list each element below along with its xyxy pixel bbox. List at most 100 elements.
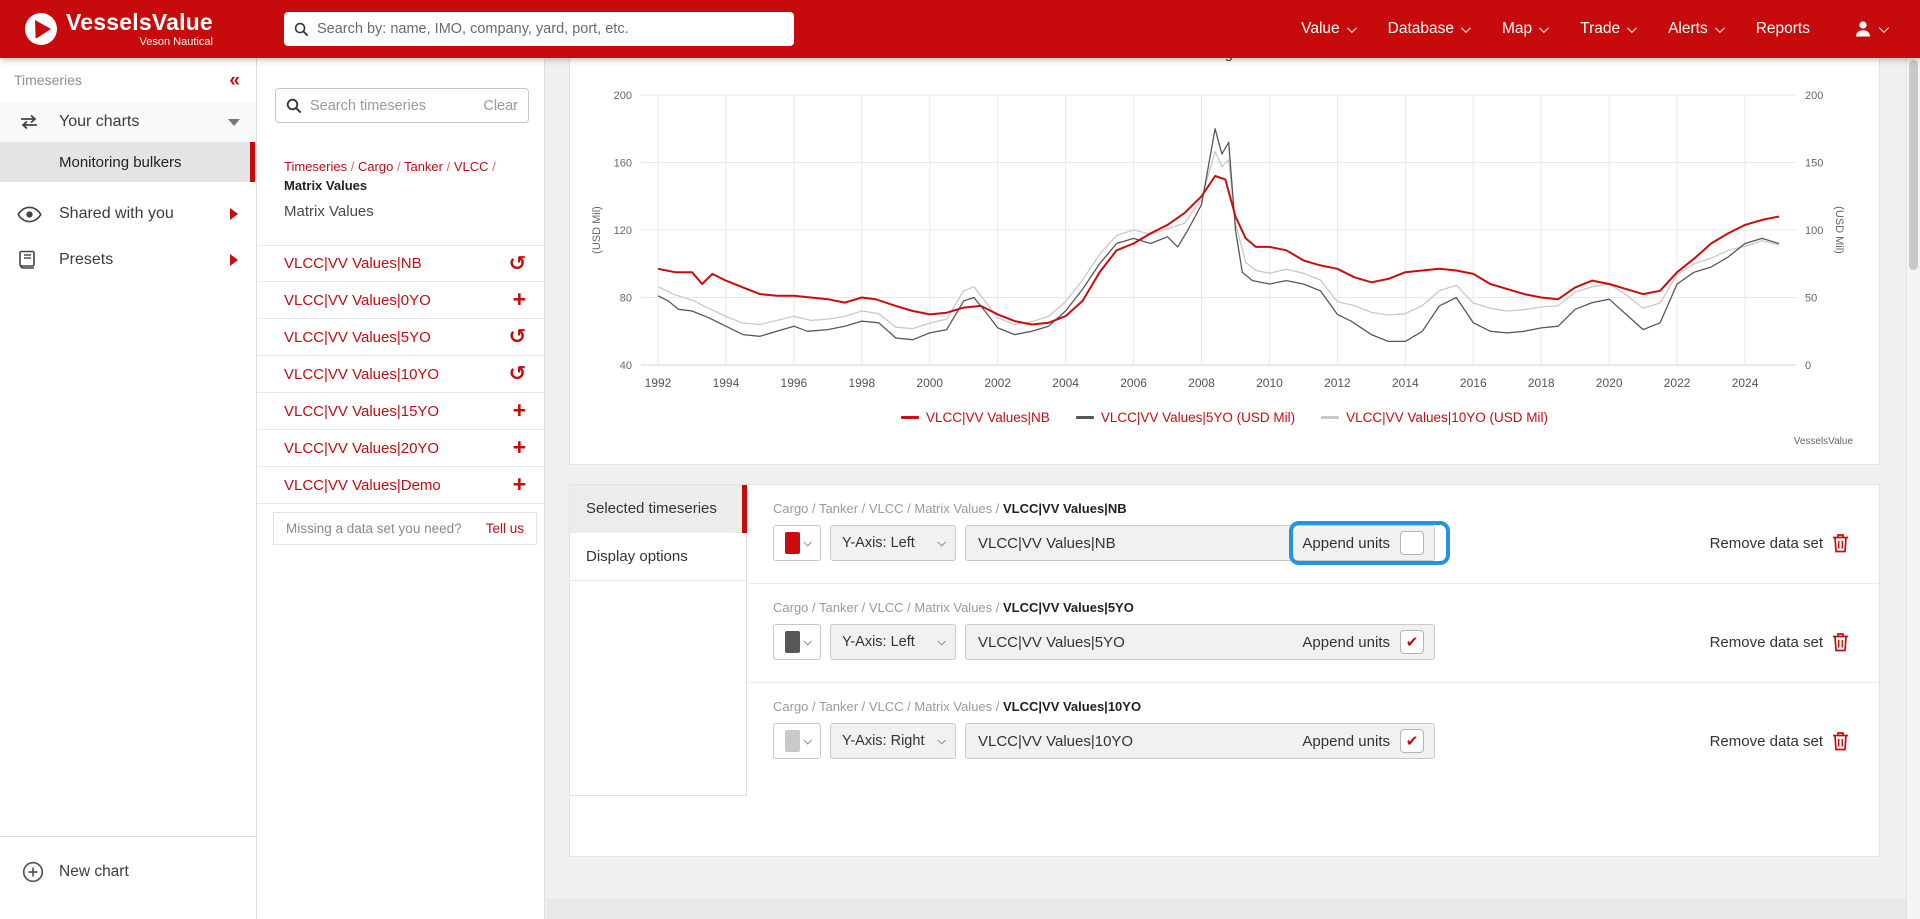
breadcrumb-current: Matrix Values bbox=[284, 177, 524, 196]
vertical-scrollbar[interactable] bbox=[1906, 58, 1920, 919]
svg-text:2012: 2012 bbox=[1324, 376, 1351, 390]
nav-item-map[interactable]: Map bbox=[1502, 20, 1546, 38]
timeseries-list-item[interactable]: VLCC|VV Values|NB↺ bbox=[257, 245, 544, 282]
brand-title: VesselsValue bbox=[66, 11, 213, 34]
timeseries-list-item[interactable]: VLCC|VV Values|5YO↺ bbox=[257, 319, 544, 356]
timeseries-chart: 1992199419961998200020022004200620082010… bbox=[570, 58, 1879, 406]
color-swatch bbox=[785, 631, 800, 653]
shared-with-you-label: Shared with you bbox=[59, 205, 174, 223]
timeseries-list-item[interactable]: VLCC|VV Values|20YO+ bbox=[257, 430, 544, 467]
collapse-sidebar-icon[interactable]: « bbox=[229, 71, 240, 90]
legend-item[interactable]: VLCC|VV Values|NB bbox=[901, 410, 1050, 425]
timeseries-list-item[interactable]: VLCC|VV Values|10YO↺ bbox=[257, 356, 544, 393]
brand[interactable]: VesselsValue Veson Nautical bbox=[24, 11, 213, 48]
new-chart-button[interactable]: New chart bbox=[0, 850, 256, 894]
book-icon bbox=[17, 250, 43, 270]
chevron-down-icon bbox=[937, 736, 945, 744]
svg-text:2016: 2016 bbox=[1460, 376, 1487, 390]
chevron-down-icon bbox=[1879, 23, 1889, 33]
legend-item[interactable]: VLCC|VV Values|10YO (USD Mil) bbox=[1321, 410, 1548, 425]
tab-selected-timeseries[interactable]: Selected timeseries bbox=[570, 485, 746, 533]
append-units-checkbox[interactable] bbox=[1400, 531, 1424, 555]
dataset-name-input[interactable] bbox=[978, 733, 1302, 750]
your-charts-label: Your charts bbox=[59, 113, 139, 131]
sidebar-item-shared-with-you[interactable]: Shared with you bbox=[0, 194, 256, 234]
presets-label: Presets bbox=[59, 251, 113, 269]
top-navbar: VesselsValue Veson Nautical Value Databas… bbox=[0, 0, 1920, 58]
color-swatch bbox=[785, 532, 800, 554]
app-root: VesselsValue Veson Nautical Value Databas… bbox=[0, 0, 1920, 919]
append-units-checkbox[interactable]: ✔ bbox=[1400, 630, 1424, 654]
add-icon[interactable]: + bbox=[513, 473, 526, 496]
add-icon[interactable]: + bbox=[513, 288, 526, 311]
timeseries-list-item[interactable]: VLCC|VV Values|0YO+ bbox=[257, 282, 544, 319]
timeseries-search-input[interactable] bbox=[310, 98, 483, 114]
section-title: Matrix Values bbox=[284, 203, 374, 220]
svg-text:2002: 2002 bbox=[984, 376, 1011, 390]
append-units-checkbox[interactable]: ✔ bbox=[1400, 729, 1424, 753]
remove-dataset-button[interactable]: Remove data set bbox=[1710, 731, 1849, 751]
legend-dash bbox=[901, 416, 919, 419]
remove-dataset-button[interactable]: Remove data set bbox=[1710, 533, 1849, 553]
chevron-down-icon bbox=[1461, 23, 1471, 33]
svg-text:50: 50 bbox=[1805, 293, 1817, 305]
svg-text:120: 120 bbox=[614, 225, 632, 237]
svg-text:1998: 1998 bbox=[848, 376, 875, 390]
undo-icon[interactable]: ↺ bbox=[509, 364, 527, 384]
nav-item-database[interactable]: Database bbox=[1388, 20, 1468, 38]
breadcrumb-link[interactable]: Tanker bbox=[404, 159, 443, 174]
svg-text:200: 200 bbox=[614, 90, 632, 102]
svg-text:100: 100 bbox=[1805, 225, 1823, 237]
sidebar-item-your-charts[interactable]: Your charts bbox=[0, 102, 256, 142]
nav-item-trade[interactable]: Trade bbox=[1580, 20, 1634, 38]
color-picker[interactable] bbox=[773, 624, 821, 660]
undo-icon[interactable]: ↺ bbox=[509, 327, 527, 347]
breadcrumb-link[interactable]: VLCC bbox=[454, 159, 489, 174]
brand-subtitle: Veson Nautical bbox=[140, 37, 213, 48]
breadcrumb-link[interactable]: Cargo bbox=[358, 159, 393, 174]
color-picker[interactable] bbox=[773, 525, 821, 561]
color-swatch bbox=[785, 730, 800, 752]
nav-item-alerts[interactable]: Alerts bbox=[1668, 20, 1722, 38]
dataset-name-input[interactable] bbox=[978, 634, 1302, 651]
remove-dataset-button[interactable]: Remove data set bbox=[1710, 632, 1849, 652]
timeseries-browser-panel: Clear Timeseries / Cargo / Tanker / VLCC… bbox=[257, 58, 545, 919]
yaxis-select[interactable]: Y-Axis: Right bbox=[830, 723, 956, 759]
tell-us-link[interactable]: Tell us bbox=[486, 521, 524, 536]
append-units-group: Append units ✔ bbox=[1302, 729, 1424, 753]
chevron-right-icon bbox=[230, 208, 238, 220]
dataset-name-input[interactable] bbox=[978, 535, 1302, 552]
chevron-right-icon bbox=[230, 254, 238, 266]
yaxis-select[interactable]: Y-Axis: Left bbox=[830, 525, 956, 561]
svg-text:40: 40 bbox=[620, 360, 632, 372]
scrollbar-thumb[interactable] bbox=[1909, 60, 1918, 270]
timeseries-list-item[interactable]: VLCC|VV Values|Demo+ bbox=[257, 467, 544, 504]
global-search-input[interactable] bbox=[317, 21, 784, 37]
add-icon[interactable]: + bbox=[513, 436, 526, 459]
dataset-rows: Cargo / Tanker / VLCC / Matrix Values / … bbox=[748, 485, 1879, 781]
legend-item[interactable]: VLCC|VV Values|5YO (USD Mil) bbox=[1076, 410, 1295, 425]
sidebar-item-monitoring-bulkers[interactable]: Monitoring bulkers bbox=[0, 142, 256, 182]
append-units-group: Append units bbox=[1302, 531, 1424, 555]
svg-text:2024: 2024 bbox=[1732, 376, 1759, 390]
user-menu[interactable] bbox=[1853, 0, 1886, 58]
tab-display-options[interactable]: Display options bbox=[570, 533, 746, 581]
new-chart-label: New chart bbox=[59, 863, 129, 881]
nav-item-reports[interactable]: Reports bbox=[1756, 20, 1810, 38]
breadcrumb-link[interactable]: Timeseries bbox=[284, 159, 347, 174]
breadcrumb: Timeseries / Cargo / Tanker / VLCC / Mat… bbox=[284, 158, 524, 196]
color-picker[interactable] bbox=[773, 723, 821, 759]
search-icon bbox=[294, 22, 309, 37]
yaxis-select[interactable]: Y-Axis: Left bbox=[830, 624, 956, 660]
add-icon[interactable]: + bbox=[513, 399, 526, 422]
nav-item-value[interactable]: Value bbox=[1301, 20, 1354, 38]
sidebar-item-presets[interactable]: Presets bbox=[0, 240, 256, 280]
svg-text:(USD Mil): (USD Mil) bbox=[591, 206, 603, 254]
timeseries-list-item[interactable]: VLCC|VV Values|15YO+ bbox=[257, 393, 544, 430]
clear-search-button[interactable]: Clear bbox=[483, 98, 518, 114]
legend-dash bbox=[1321, 416, 1339, 419]
chevron-down-icon bbox=[1539, 23, 1549, 33]
missing-dataset-question: Missing a data set you need? bbox=[286, 521, 462, 536]
svg-text:(USD Mil): (USD Mil) bbox=[1833, 206, 1845, 254]
undo-icon[interactable]: ↺ bbox=[509, 254, 527, 274]
